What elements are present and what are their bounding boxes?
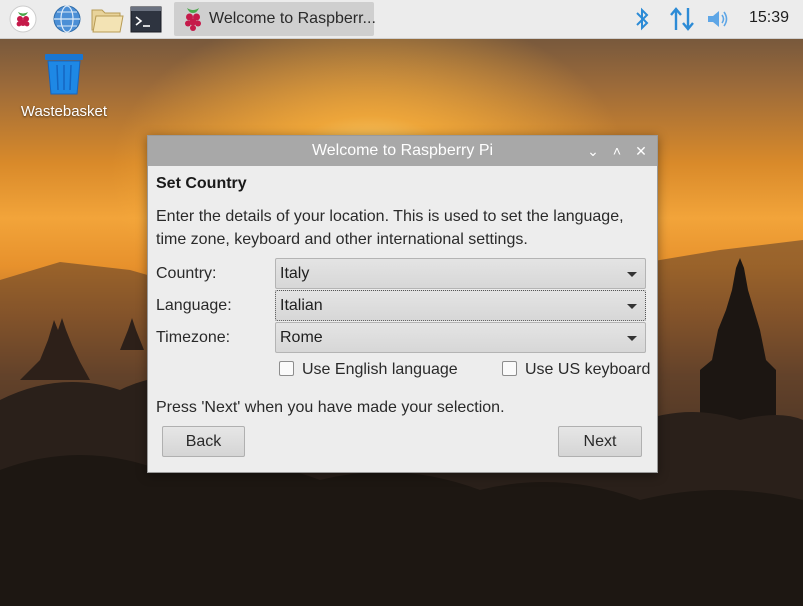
wastebasket-label: Wastebasket — [20, 103, 108, 120]
terminal-icon[interactable] — [130, 4, 162, 34]
dropdown-arrow-icon — [627, 272, 637, 277]
checkbox-box[interactable] — [279, 361, 294, 376]
raspberry-app-icon — [180, 5, 206, 38]
country-value: Italy — [280, 265, 310, 282]
welcome-dialog: Welcome to Raspberry Pi ⌄ ˄ ✕ Set Countr… — [147, 135, 658, 473]
taskbar-window-button[interactable]: Welcome to Raspberr... — [174, 2, 376, 38]
language-label: Language: — [156, 297, 232, 314]
language-select[interactable]: Italian — [275, 290, 646, 321]
bluetooth-icon[interactable] — [632, 4, 652, 34]
network-icon[interactable] — [668, 4, 696, 34]
taskbar-window-title: Welcome to Raspberr... — [209, 10, 376, 27]
wastebasket-desktop-icon[interactable]: Wastebasket — [14, 52, 114, 120]
next-button[interactable]: Next — [558, 426, 642, 457]
dialog-title: Welcome to Raspberry Pi — [311, 142, 494, 159]
checkbox-box[interactable] — [502, 361, 517, 376]
use-english-label: Use English language — [302, 361, 458, 378]
taskbar: Welcome to Raspberr... 15:39 — [0, 0, 803, 39]
volume-icon[interactable] — [705, 4, 731, 34]
raspberry-menu-icon[interactable] — [8, 4, 38, 34]
use-english-checkbox[interactable]: Use English language — [279, 361, 458, 379]
dropdown-arrow-icon — [627, 304, 637, 309]
country-label: Country: — [156, 265, 217, 282]
timezone-select[interactable]: Rome — [275, 322, 646, 353]
timezone-value: Rome — [280, 329, 323, 346]
close-icon[interactable]: ✕ — [632, 142, 650, 160]
web-browser-icon[interactable] — [52, 4, 82, 34]
chevron-down-icon[interactable]: ⌄ — [584, 142, 602, 160]
dialog-titlebar[interactable]: Welcome to Raspberry Pi ⌄ ˄ ✕ — [148, 136, 657, 166]
file-manager-icon[interactable] — [90, 4, 124, 34]
country-select[interactable]: Italy — [275, 258, 646, 289]
dropdown-arrow-icon — [627, 336, 637, 341]
section-heading: Set Country — [156, 175, 247, 192]
wastebasket-icon — [45, 54, 83, 95]
back-button[interactable]: Back — [162, 426, 245, 457]
use-us-keyboard-label: Use US keyboard — [525, 361, 651, 378]
use-us-keyboard-checkbox[interactable]: Use US keyboard — [502, 361, 650, 379]
language-value: Italian — [280, 297, 323, 314]
chevron-up-icon[interactable]: ˄ — [608, 142, 626, 160]
clock[interactable]: 15:39 — [749, 9, 789, 27]
instruction-text: Press 'Next' when you have made your sel… — [156, 399, 505, 416]
timezone-label: Timezone: — [156, 329, 231, 346]
description-text: Enter the details of your location. This… — [156, 208, 624, 248]
